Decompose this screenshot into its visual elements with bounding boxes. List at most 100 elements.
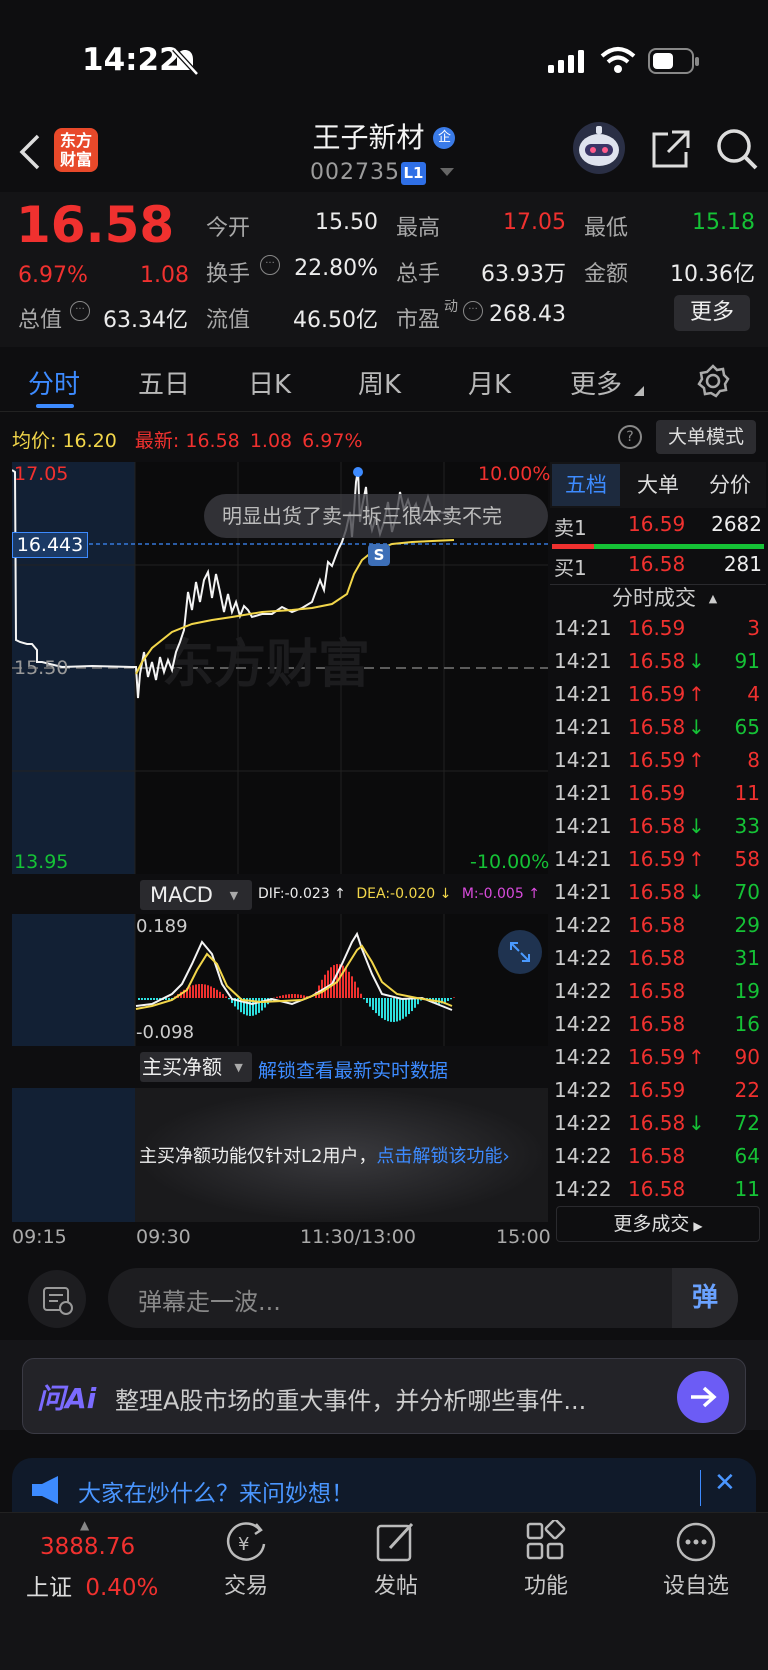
tick-row: 14:21 16.58 ↓ 70 [552, 880, 762, 913]
danmaku-input-box[interactable]: 弹幕走一波... 弹 [108, 1268, 738, 1328]
tick-time: 14:21 [554, 616, 612, 640]
more-quote-button[interactable]: 更多 [674, 295, 750, 331]
tab-monthly-k[interactable]: 月K [468, 364, 511, 401]
high-value: 17.05 [503, 210, 566, 235]
more-ticks-button[interactable]: 更多成交 ▶ [556, 1206, 760, 1242]
macd-histogram-bar [414, 998, 416, 1008]
side-tab-big-orders[interactable]: 大单 [624, 464, 692, 506]
low-value: 15.18 [692, 210, 755, 235]
bid-1-row: 买1 16.58 281 [554, 552, 762, 580]
macd-histogram-bar [381, 998, 383, 1019]
nav-trade[interactable]: 交易 [196, 1568, 296, 1600]
post-edit-icon[interactable] [374, 1520, 418, 1564]
tab-daily-k[interactable]: 日K [248, 364, 291, 401]
expand-icon[interactable] [498, 930, 542, 974]
high-marker [353, 467, 363, 477]
help-icon[interactable]: ? [618, 425, 642, 449]
nav-functions[interactable]: 功能 [496, 1568, 596, 1600]
tick-price: 16.58 [628, 880, 686, 904]
index-quote[interactable]: 上证 0.40% [26, 1568, 158, 1602]
tick-price: 16.59 [628, 682, 686, 706]
tick-row: 14:21 16.59 ↑ 8 [552, 748, 762, 781]
ai-prompt-text[interactable]: 整理A股市场的重大事件，并分析哪些事件... [115, 1381, 586, 1416]
settings-gear-icon[interactable] [696, 364, 730, 398]
tick-time: 14:22 [554, 1111, 612, 1135]
tick-row: 14:21 16.58 ↓ 65 [552, 715, 762, 748]
macd-selector[interactable]: MACD ▼ [140, 880, 252, 910]
tab-weekly-k[interactable]: 周K [358, 364, 401, 401]
macd-histogram-bar [195, 984, 197, 998]
danmaku-bubble: 明显出货了卖一拆三很本卖不完 [204, 494, 548, 538]
tick-row: 14:22 16.58 16 [552, 1012, 762, 1045]
ai-assistant-bar[interactable]: 问Ai 整理A股市场的重大事件，并分析哪些事件... [22, 1358, 746, 1434]
macd-m: M:-0.005 ↑ [461, 886, 540, 902]
turnover-value: 22.80% [294, 256, 378, 281]
macd-histogram-bar [369, 998, 371, 1007]
danmaku-settings-icon[interactable] [28, 1270, 86, 1328]
tick-row: 14:21 16.59 3 [552, 616, 762, 649]
trade-yen-icon[interactable]: ¥ [224, 1520, 268, 1564]
robot-assistant-icon[interactable] [570, 120, 628, 176]
current-price: 16.58 [16, 196, 175, 254]
time-axis-2: 11:30/13:00 [300, 1226, 416, 1248]
net-buy-selector[interactable]: 主买净额 ▼ [140, 1052, 252, 1082]
functions-grid-icon[interactable] [524, 1520, 568, 1564]
macd-histogram-bar [288, 994, 290, 998]
side-tab-five-levels[interactable]: 五档 [552, 464, 620, 506]
tick-volume: 70 [734, 880, 760, 904]
y-axis-mid: 15.50 [14, 657, 69, 679]
level-badge[interactable]: L1 [401, 162, 426, 185]
unlock-data-link[interactable]: 解锁查看最新实时数据 [258, 1056, 448, 1083]
macd-histogram-bar [138, 998, 140, 1000]
tick-arrow: ↓ [688, 715, 705, 739]
macd-histogram-bar [207, 985, 209, 998]
share-icon[interactable] [650, 128, 692, 170]
tick-price: 16.58 [628, 715, 686, 739]
macd-histogram-bar [450, 998, 452, 1000]
tick-time: 14:21 [554, 880, 612, 904]
unlock-feature-link[interactable]: 点击解锁该功能 [376, 1146, 502, 1167]
macd-histogram-bar [372, 998, 374, 1010]
index-value[interactable]: 3888.76 [40, 1534, 135, 1560]
macd-histogram-bar [351, 976, 353, 998]
status-bar: 14:22 [0, 0, 768, 110]
tick-time: 14:22 [554, 913, 612, 937]
macd-dif: DIF:-0.023 ↑ [258, 886, 346, 902]
danmaku-toggle-button[interactable]: 弹 [672, 1268, 738, 1328]
danmaku-input[interactable]: 弹幕走一波... [138, 1282, 281, 1317]
tick-time: 14:21 [554, 649, 612, 673]
macd-histogram-bar [348, 971, 350, 998]
watchlist-dots-icon[interactable] [674, 1520, 718, 1564]
sort-up-icon: ▲ [708, 592, 718, 605]
search-icon[interactable] [716, 128, 760, 172]
big-order-mode-button[interactable]: 大单模式 [656, 420, 756, 454]
ai-send-arrow-icon[interactable] [677, 1371, 729, 1423]
macd-max: 0.189 [136, 916, 188, 937]
close-icon[interactable]: ✕ [714, 1468, 736, 1498]
nav-post[interactable]: 发帖 [346, 1568, 446, 1600]
tab-five-day[interactable]: 五日 [138, 364, 190, 401]
tick-volume: 11 [734, 1177, 760, 1201]
sell-marker[interactable]: S [368, 544, 390, 566]
tick-time: 14:22 [554, 1177, 612, 1201]
macd-histogram-bar [204, 984, 206, 998]
tab-intraday[interactable]: 分时 [28, 364, 80, 401]
side-tab-price-dist[interactable]: 分价 [696, 464, 764, 506]
info-dots-icon[interactable]: ··· [463, 301, 483, 321]
tab-more[interactable]: 更多 [570, 364, 622, 401]
tick-time: 14:22 [554, 979, 612, 1003]
pe-dynamic-sup: 动 [444, 299, 458, 315]
macd-histogram-bar [384, 998, 386, 1020]
info-dots-icon[interactable]: ··· [70, 301, 90, 321]
high-label: 最高 [396, 216, 441, 241]
tick-volume: 8 [747, 748, 760, 772]
ticks-title[interactable]: 分时成交 ▲ [612, 582, 717, 612]
more-corner-icon [634, 386, 644, 396]
tick-price: 16.58 [628, 946, 686, 970]
nav-watchlist[interactable]: 设自选 [646, 1568, 746, 1600]
dropdown-arrow-icon[interactable] [440, 168, 454, 178]
tick-price: 16.58 [628, 1144, 686, 1168]
tick-arrow: ↓ [688, 880, 705, 904]
info-dots-icon[interactable]: ··· [260, 255, 280, 275]
total-cap-value: 63.34亿 [103, 308, 188, 333]
